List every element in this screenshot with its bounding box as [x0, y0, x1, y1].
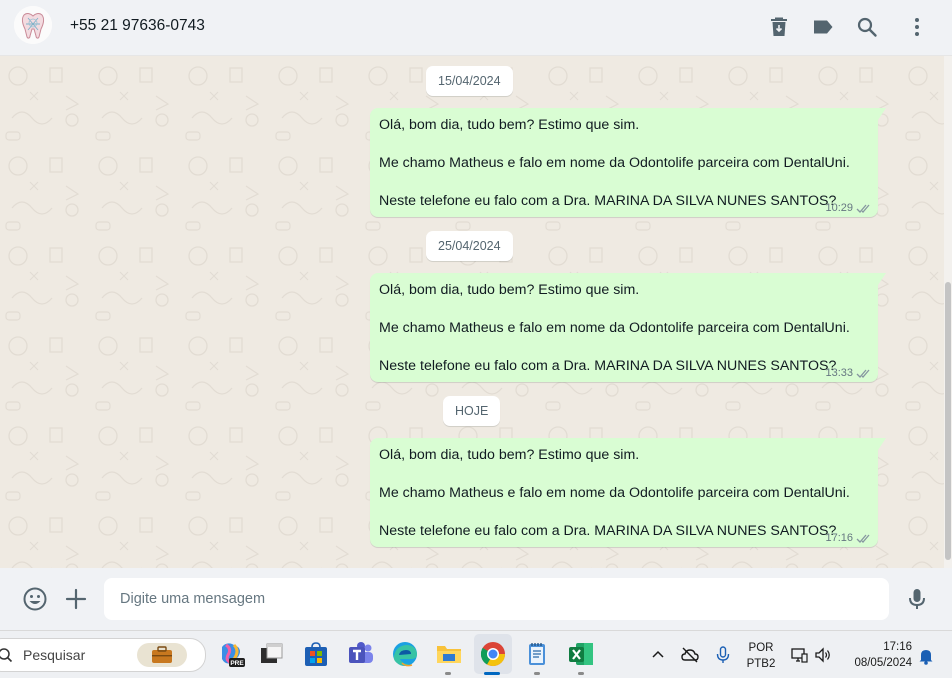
microsoft-store-icon[interactable] [301, 639, 331, 669]
chrome-icon[interactable] [478, 639, 508, 669]
message-input[interactable] [104, 578, 889, 620]
microphone-tray-icon[interactable] [713, 645, 733, 665]
message-time: 13:33 [825, 367, 853, 379]
message-line: Olá, bom dia, tudo bem? Estimo que sim. [379, 282, 640, 298]
taskbar-search-box[interactable]: Pesquisar [0, 638, 206, 672]
date-divider: HOJE [443, 396, 501, 426]
cloud-offline-icon[interactable] [680, 645, 700, 665]
svg-text:PRE: PRE [230, 660, 244, 667]
file-explorer-icon[interactable] [434, 639, 464, 669]
double-check-icon [856, 533, 872, 544]
contact-name[interactable]: +55 21 97636-0743 [70, 17, 205, 35]
message-line: Me chamo Matheus e falo em nome da Odont… [379, 155, 850, 171]
running-indicator [578, 672, 584, 675]
message-meta: 10:29 [825, 202, 872, 214]
edge-icon[interactable] [390, 639, 420, 669]
contact-avatar[interactable] [14, 6, 52, 44]
outgoing-message[interactable]: Olá, bom dia, tudo bem? Estimo que sim. … [370, 273, 886, 382]
chat-header: +55 21 97636-0743 [0, 0, 952, 56]
input-language[interactable]: POR [744, 642, 778, 654]
double-check-icon [856, 203, 872, 214]
teams-icon[interactable] [346, 639, 376, 669]
chat-scrollbar-thumb[interactable] [945, 282, 951, 560]
clock-date[interactable]: 08/05/2024 [846, 657, 912, 669]
message-meta: 17:16 [825, 532, 872, 544]
bubble-tail [878, 273, 886, 285]
label-icon[interactable] [811, 15, 835, 39]
message-line: Me chamo Matheus e falo em nome da Odont… [379, 485, 850, 501]
outgoing-message[interactable]: Olá, bom dia, tudo bem? Estimo que sim. … [370, 108, 886, 217]
excel-icon[interactable] [566, 639, 596, 669]
search-icon[interactable] [855, 15, 879, 39]
running-indicator [445, 672, 451, 675]
notifications-bell-icon[interactable] [916, 646, 936, 666]
message-time: 10:29 [825, 202, 853, 214]
attach-plus-icon[interactable] [63, 586, 89, 612]
message-composer [0, 568, 952, 630]
microphone-icon[interactable] [904, 586, 930, 612]
active-app-indicator [484, 672, 500, 675]
outgoing-message[interactable]: Olá, bom dia, tudo bem? Estimo que sim. … [370, 438, 886, 547]
menu-icon[interactable] [905, 15, 929, 39]
running-indicator [534, 672, 540, 675]
copilot-pre-icon[interactable]: PRE [216, 639, 246, 669]
network-icon[interactable] [789, 645, 809, 665]
message-line: Neste telefone eu falo com a Dra. MARINA… [379, 193, 837, 209]
message-line: Neste telefone eu falo com a Dra. MARINA… [379, 358, 837, 374]
bubble-tail [878, 438, 886, 450]
date-divider: 25/04/2024 [426, 231, 513, 261]
date-divider: 15/04/2024 [426, 66, 513, 96]
delete-chat-icon[interactable] [767, 15, 791, 39]
keyboard-layout[interactable]: PTB2 [744, 658, 778, 670]
notepad-icon[interactable] [522, 639, 552, 669]
double-check-icon [856, 368, 872, 379]
show-hidden-icons-chevron-icon[interactable] [648, 645, 668, 665]
desktop-app-icon[interactable] [256, 639, 286, 669]
message-line: Me chamo Matheus e falo em nome da Odont… [379, 320, 850, 336]
message-line: Olá, bom dia, tudo bem? Estimo que sim. [379, 447, 640, 463]
clock-time[interactable]: 17:16 [846, 641, 912, 653]
conversation-panel[interactable]: 15/04/2024 Olá, bom dia, tudo bem? Estim… [0, 56, 944, 568]
emoji-icon[interactable] [22, 586, 48, 612]
volume-icon[interactable] [813, 645, 833, 665]
briefcase-widget-icon[interactable] [137, 643, 187, 667]
taskbar-search-icon [0, 648, 13, 663]
message-time: 17:16 [825, 532, 853, 544]
taskbar-search-label: Pesquisar [23, 647, 86, 663]
message-line: Neste telefone eu falo com a Dra. MARINA… [379, 523, 837, 539]
message-line: Olá, bom dia, tudo bem? Estimo que sim. [379, 117, 640, 133]
windows-taskbar: Pesquisar PRE POR PTB2 17:16 08/05/2024 [0, 630, 952, 678]
bubble-tail [878, 108, 886, 120]
message-meta: 13:33 [825, 367, 872, 379]
